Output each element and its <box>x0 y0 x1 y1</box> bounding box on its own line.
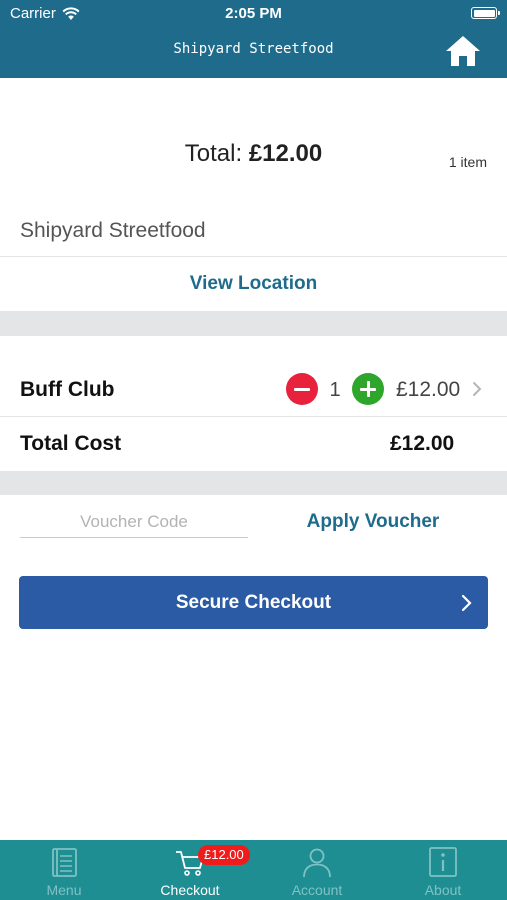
section-separator <box>0 471 507 495</box>
home-icon <box>446 36 480 66</box>
tab-menu[interactable]: Menu <box>1 840 127 900</box>
decrease-quantity-button[interactable] <box>286 373 318 405</box>
tab-about-label: About <box>424 882 462 898</box>
app-header: Carrier 2:05 PM Shipyard Streetfood <box>0 0 507 78</box>
info-icon <box>429 847 457 877</box>
order-total: Total: £12.00 <box>0 140 507 168</box>
apply-voucher-button[interactable]: Apply Voucher <box>280 511 466 533</box>
menu-book-icon <box>52 848 77 877</box>
total-cost-label: Total Cost <box>20 432 122 455</box>
total-label: Total: <box>184 140 243 167</box>
tab-about[interactable]: About <box>380 840 506 900</box>
divider <box>0 416 507 417</box>
item-quantity: 1 <box>329 379 341 401</box>
checkout-label: Secure Checkout <box>175 592 332 613</box>
item-count: 1 item <box>448 154 487 170</box>
view-location-link[interactable]: View Location <box>0 273 507 295</box>
person-icon <box>303 848 331 878</box>
page-title: Shipyard Streetfood <box>173 41 334 57</box>
status-time: 2:05 PM <box>225 5 282 22</box>
tab-checkout-label: Checkout <box>160 882 220 898</box>
tab-account[interactable]: Account <box>254 840 380 900</box>
total-cost-value: £12.00 <box>390 432 455 455</box>
tab-menu-label: Menu <box>46 882 82 898</box>
tab-account-label: Account <box>291 882 343 898</box>
item-price: £12.00 <box>396 378 461 401</box>
store-name: Shipyard Streetfood <box>20 219 206 242</box>
status-bar: Carrier 2:05 PM <box>0 0 507 28</box>
increase-quantity-button[interactable] <box>352 373 384 405</box>
chevron-right-icon <box>461 594 472 612</box>
secure-checkout-button[interactable]: Secure Checkout <box>19 576 488 629</box>
divider <box>0 256 507 257</box>
home-button[interactable] <box>444 34 482 68</box>
voucher-code-input[interactable] <box>20 506 248 538</box>
tab-bar: Menu Checkout Account About <box>0 840 507 900</box>
item-name: Buff Club <box>20 378 115 401</box>
section-separator <box>0 311 507 336</box>
cart-total-badge: £12.00 <box>198 845 250 865</box>
chevron-right-icon[interactable] <box>470 380 484 398</box>
total-amount: £12.00 <box>248 140 323 167</box>
battery-icon <box>471 7 500 19</box>
